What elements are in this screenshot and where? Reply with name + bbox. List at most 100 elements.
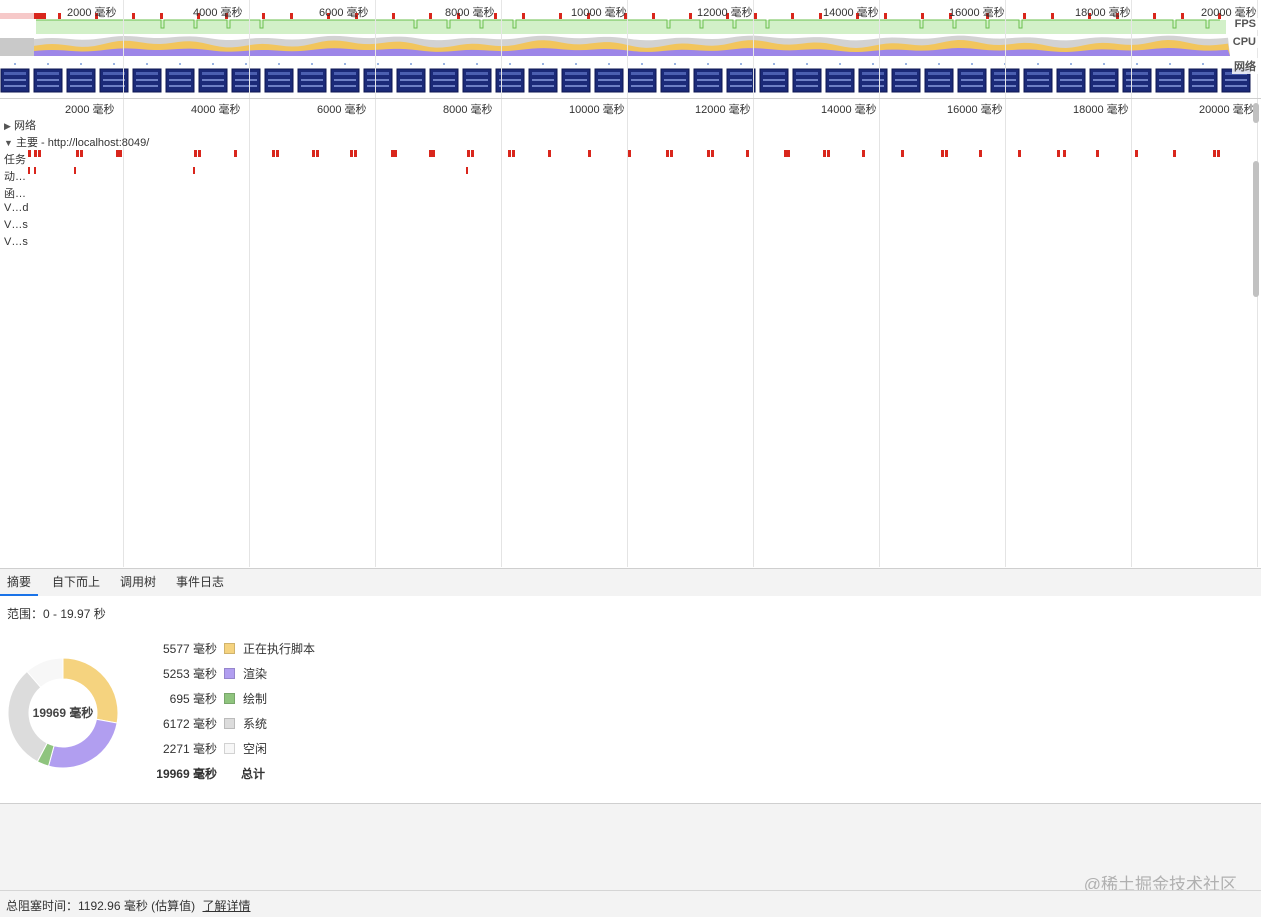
total-label: 总计 [241,767,266,781]
screenshot-detail [301,72,323,75]
network-dot [47,63,49,65]
screenshot-detail [301,85,323,87]
learn-more-link[interactable]: 了解详情 [203,899,251,913]
screenshot-detail [268,72,290,75]
network-dot [509,63,511,65]
screenshot-detail [1192,72,1214,75]
tab-summary[interactable]: 摘要 [0,569,39,596]
long-task-marker [354,150,357,157]
screenshot-detail [829,85,851,87]
scrollbar-thumb[interactable] [1253,161,1259,297]
network-dot [1070,63,1072,65]
screenshot-detail [532,85,554,87]
screenshot-detail [1093,85,1115,87]
long-task-marker [1057,150,1060,157]
screenshot-detail [1225,85,1247,87]
legend-swatch [224,643,235,654]
scrollbar-thumb-top[interactable] [1253,103,1259,123]
status-footer: 总阻塞时间：1192.96 毫秒 (估算值) 了解详情 [0,890,1261,917]
long-task-marker [1063,150,1066,157]
long-task-marker [670,150,673,157]
screenshot-detail [202,72,224,75]
fps-track-label: FPS [1232,18,1258,30]
long-task-marker [754,13,757,19]
network-dot [1037,63,1039,65]
tab-bottom-up[interactable]: 自下而上 [45,569,107,596]
screenshot-detail [499,85,521,87]
fps-initial-drop [0,13,36,19]
screenshot-detail [631,85,653,87]
timeline-overview[interactable]: 2000 毫秒 4000 毫秒 6000 毫秒 8000 毫秒 10000 毫秒 1200… [0,0,1261,99]
legend-swatch [224,693,235,704]
network-dot [641,63,643,65]
screenshot-detail [169,72,191,75]
network-dot [476,63,478,65]
overview-gridline [879,0,880,98]
network-dot [773,63,775,65]
long-task-marker [234,150,237,157]
total-blocking-time-text: 总阻塞时间：1192.96 毫秒 (估算值) [6,899,196,913]
legend-value: 695 毫秒 [169,692,217,706]
long-task-marker [746,150,749,157]
network-dot [1136,63,1138,65]
flame-row-label: 函… [4,188,26,200]
overview-gridline [1257,0,1258,98]
long-task-marker [945,150,948,157]
screenshot-detail [631,79,653,81]
long-task-marker [1096,150,1099,157]
screenshot-detail [895,85,917,87]
legend-label: 正在执行脚本 [243,642,316,656]
flame-chart-area[interactable]: 2000 毫秒 4000 毫秒 6000 毫秒 8000 毫秒 10000 毫秒 1200… [0,99,1261,567]
legend-value: 5253 毫秒 [162,667,217,681]
tab-call-tree[interactable]: 调用树 [113,569,163,596]
overview-gridline [375,0,376,98]
network-dot [212,63,214,65]
long-task-marker [312,150,315,157]
triangle-right-icon: ▶ [4,121,11,131]
screenshot-detail [697,85,719,87]
screenshot-detail [1126,79,1148,81]
screenshot-detail [4,79,26,81]
network-dot [839,63,841,65]
overview-tick-label: 6000 毫秒 [319,7,369,19]
screenshot-detail [730,79,752,81]
long-task-marker [588,150,591,157]
long-task-marker [272,150,275,157]
screenshot-detail [70,72,92,75]
long-task-marker [711,150,714,157]
flame-row-label: 动… [4,171,26,183]
long-task-marker [429,150,432,157]
overview-tick-label: 4000 毫秒 [193,7,243,19]
network-dot [113,63,115,65]
legend-label: 绘制 [243,692,268,706]
screenshot-detail [895,72,917,75]
animation-marker [74,167,76,174]
screenshot-detail [433,79,455,81]
network-track-header[interactable]: ▶ 网络 [4,117,36,133]
screenshot-detail [532,79,554,81]
long-task-marker [689,13,692,19]
screenshot-detail [1093,79,1115,81]
screenshot-detail [499,79,521,81]
network-dot [707,63,709,65]
main-track-header[interactable]: ▼ 主要 - http://localhost:8049/ [4,134,149,150]
screenshot-detail [334,79,356,81]
screenshot-detail [301,79,323,81]
screenshot-detail [37,85,59,87]
screenshot-detail [70,85,92,87]
network-dot [410,63,412,65]
screenshot-detail [1126,72,1148,75]
tab-event-log[interactable]: 事件日志 [169,569,231,596]
long-task-marker [522,13,525,19]
network-dot [179,63,181,65]
long-task-marker [350,150,353,157]
timeline-scrollbar[interactable] [1251,99,1261,567]
legend-label: 系统 [243,717,268,731]
screenshot-detail [664,85,686,87]
screenshot-detail [763,85,785,87]
screenshot-detail [169,79,191,81]
screenshot-detail [1027,79,1049,81]
network-dot [1169,63,1171,65]
screenshot-detail [499,72,521,75]
long-task-marker [467,150,470,157]
